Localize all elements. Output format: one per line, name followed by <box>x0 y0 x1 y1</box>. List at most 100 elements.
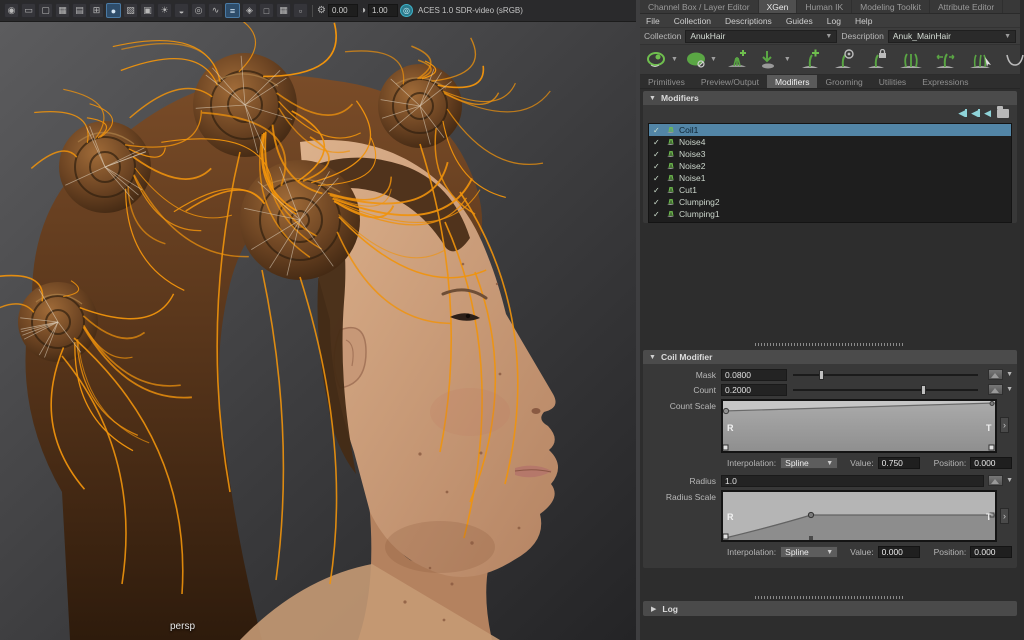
modifier-item-cut1[interactable]: ✓Cut1 <box>649 184 1011 196</box>
modifier-item-noise1[interactable]: ✓Noise1 <box>649 172 1011 184</box>
film-gate-icon[interactable]: ▭ <box>21 3 36 18</box>
radius-scale-expand-button[interactable]: › <box>1000 508 1009 524</box>
count-scale-ramp[interactable]: R T <box>721 399 997 453</box>
splitter-handle[interactable] <box>640 341 1020 348</box>
lighting-icon[interactable]: ☀ <box>157 3 172 18</box>
safe-action-icon[interactable]: ⊞ <box>89 3 104 18</box>
mask-map-button[interactable] <box>988 369 1003 380</box>
checkbox-icon[interactable]: ✓ <box>653 138 662 147</box>
checkbox-icon[interactable]: ✓ <box>653 174 662 183</box>
tab-modeling-toolkit[interactable]: Modeling Toolkit <box>852 0 930 13</box>
screen-space-ao-icon[interactable]: ◎ <box>191 3 206 18</box>
resolution-gate-icon[interactable]: ▢ <box>38 3 53 18</box>
exposure-field[interactable]: 0.00 <box>328 4 358 17</box>
count-field[interactable]: 0.2000 <box>721 384 787 396</box>
lock-guides-icon[interactable] <box>864 49 890 71</box>
gamma-icon[interactable]: ◑ <box>360 5 366 16</box>
menu-collection[interactable]: Collection <box>674 16 711 26</box>
subtab-modifiers[interactable]: Modifiers <box>767 75 817 88</box>
menu-descriptions[interactable]: Descriptions <box>725 16 772 26</box>
tab-attribute-editor[interactable]: Attribute Editor <box>930 0 1003 13</box>
modifier-item-noise3[interactable]: ✓Noise3 <box>649 148 1011 160</box>
checkbox-icon[interactable]: ✓ <box>653 162 662 171</box>
sculpt-guides-icon[interactable] <box>967 49 995 71</box>
chevron-down-icon[interactable]: ▼ <box>1006 371 1013 378</box>
textured-display-icon[interactable]: ▧ <box>123 3 138 18</box>
splitter-handle[interactable] <box>640 594 1020 601</box>
subtab-grooming[interactable]: Grooming <box>817 75 870 88</box>
count-scale-expand-button[interactable]: › <box>1000 417 1009 433</box>
mask-slider[interactable] <box>793 369 978 381</box>
subtab-utilities[interactable]: Utilities <box>871 75 914 88</box>
radius-map-button[interactable] <box>988 475 1003 486</box>
chevron-down-icon[interactable]: ▼ <box>1006 386 1013 393</box>
radius-field[interactable]: 1.0 <box>721 475 984 487</box>
isolate-select-icon[interactable]: □ <box>259 3 274 18</box>
tab-xgen[interactable]: XGen <box>759 0 798 13</box>
count-slider[interactable] <box>793 384 978 396</box>
count-scale-position-field[interactable]: 0.000 <box>970 457 1012 469</box>
folder-icon[interactable] <box>997 109 1009 118</box>
modifier-item-clumping1[interactable]: ✓Clumping1 <box>649 208 1011 220</box>
description-dropdown[interactable]: Anuk_MainHair ▼ <box>888 30 1016 43</box>
radius-scale-interp-dropdown[interactable]: Spline ▼ <box>780 546 838 558</box>
coil-modifier-header[interactable]: ▼ Coil Modifier <box>643 350 1017 364</box>
display-guides-icon[interactable] <box>831 49 857 71</box>
modifier-item-clumping2[interactable]: ✓Clumping2 <box>649 196 1011 208</box>
select-camera-icon[interactable]: ◉ <box>4 3 19 18</box>
viewport-canvas[interactable]: persp <box>0 22 636 640</box>
shaded-display-icon[interactable]: ● <box>106 3 121 18</box>
preview-toggle-icon[interactable]: ▼ <box>646 49 678 71</box>
radius-scale-value-field[interactable]: 0.000 <box>878 546 920 558</box>
field-chart-icon[interactable]: ▤ <box>72 3 87 18</box>
anti-aliasing-icon[interactable]: ≡ <box>225 3 240 18</box>
add-guide-icon[interactable] <box>798 49 824 71</box>
gamma-field[interactable]: 1.00 <box>368 4 398 17</box>
move-up-icon[interactable]: ◀ <box>971 108 978 119</box>
modifier-item-noise2[interactable]: ✓Noise2 <box>649 160 1011 172</box>
update-preview-icon[interactable] <box>724 49 750 71</box>
count-scale-value-field[interactable]: 0.750 <box>878 457 920 469</box>
collection-dropdown[interactable]: AnukHair ▼ <box>685 30 837 43</box>
gate-mask-icon[interactable]: ▦ <box>55 3 70 18</box>
exposure-icon[interactable]: ⚙ <box>317 5 326 16</box>
tab-human-ik[interactable]: Human IK <box>797 0 852 13</box>
move-to-top-icon[interactable]: ◀ <box>958 108 965 119</box>
tab-channel-box[interactable]: Channel Box / Layer Editor <box>640 0 759 13</box>
modifiers-frame-header[interactable]: ▼ Modifiers <box>643 91 1017 105</box>
menu-file[interactable]: File <box>646 16 660 26</box>
xray-icon[interactable]: ◈ <box>242 3 257 18</box>
color-management-icon[interactable]: ◎ <box>400 4 413 17</box>
checkbox-icon[interactable]: ✓ <box>653 210 662 219</box>
checkbox-icon[interactable]: ✓ <box>653 198 662 207</box>
preview-refresh-icon[interactable]: ▼ <box>685 49 717 71</box>
chevron-down-icon[interactable]: ▼ <box>1006 477 1013 484</box>
guides-from-curves-icon[interactable] <box>897 49 925 71</box>
grid-icon[interactable]: ▦ <box>276 3 291 18</box>
shadows-icon[interactable]: ◒ <box>174 3 189 18</box>
checkbox-icon[interactable]: ✓ <box>653 126 662 135</box>
menu-help[interactable]: Help <box>855 16 872 26</box>
subtab-expressions[interactable]: Expressions <box>914 75 976 88</box>
subtab-preview-output[interactable]: Preview/Output <box>693 75 767 88</box>
guide-width-icon[interactable] <box>932 49 960 71</box>
motion-blur-icon[interactable]: ∿ <box>208 3 223 18</box>
count-scale-interp-dropdown[interactable]: Spline ▼ <box>780 457 838 469</box>
attach-to-surface-icon[interactable]: ▼ <box>757 49 791 71</box>
checkbox-icon[interactable]: ✓ <box>653 150 662 159</box>
menu-guides[interactable]: Guides <box>786 16 813 26</box>
checkbox-icon[interactable]: ✓ <box>653 186 662 195</box>
radius-scale-ramp[interactable]: R T <box>721 490 997 542</box>
count-map-button[interactable] <box>988 384 1003 395</box>
wireframe-on-shaded-icon[interactable]: ▣ <box>140 3 155 18</box>
clear-guides-icon[interactable] <box>1002 49 1024 71</box>
log-header[interactable]: ▶ Log <box>643 601 1017 616</box>
mask-field[interactable]: 0.0800 <box>721 369 787 381</box>
modifier-item-noise4[interactable]: ✓Noise4 <box>649 136 1011 148</box>
menu-log[interactable]: Log <box>827 16 841 26</box>
modifier-item-coil1[interactable]: ✓Coil1 <box>649 124 1011 136</box>
subtab-primitives[interactable]: Primitives <box>640 75 693 88</box>
hud-icon[interactable]: ▫ <box>293 3 308 18</box>
move-down-icon[interactable]: ◀ <box>984 108 991 119</box>
colorspace-label[interactable]: ACES 1.0 SDR-video (sRGB) <box>418 6 523 15</box>
